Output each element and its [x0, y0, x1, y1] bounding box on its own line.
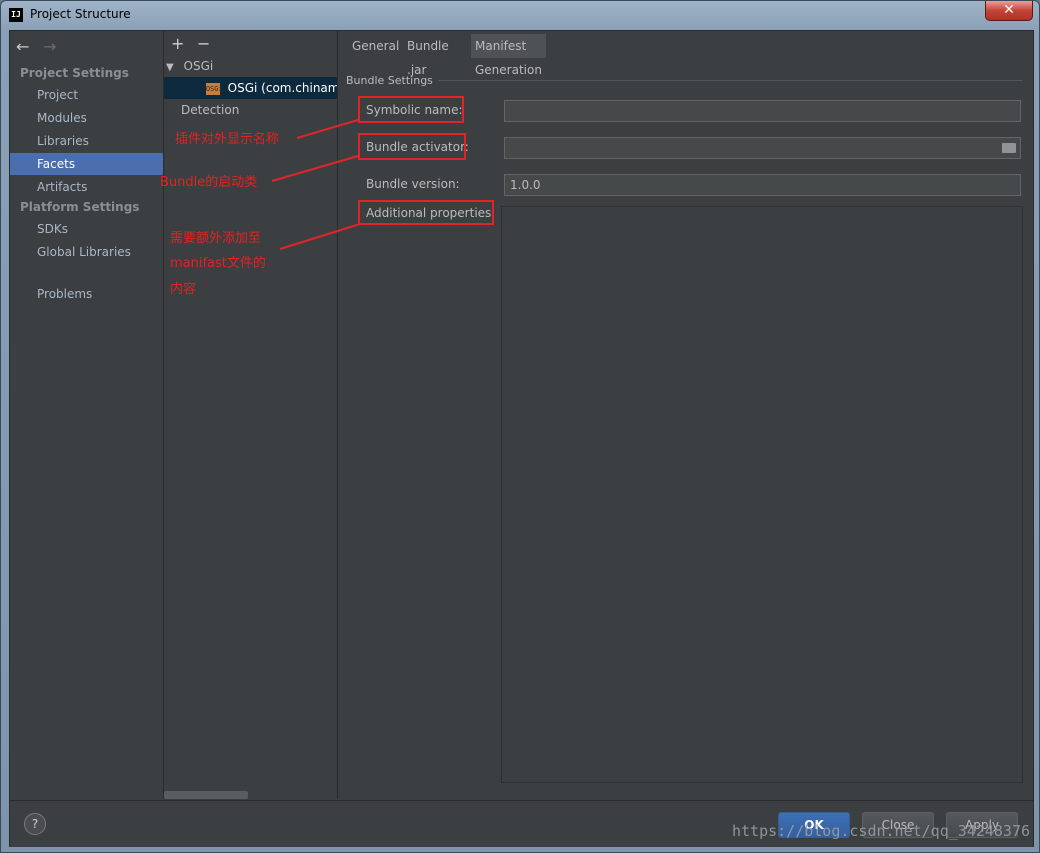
intellij-app-icon: IJ	[9, 8, 23, 22]
sidebar-item-artifacts[interactable]: Artifacts	[10, 176, 163, 198]
bundle-version-input[interactable]: 1.0.0	[504, 174, 1021, 196]
tree-node-osgi-facet[interactable]: OSGi OSGi (com.chinamol	[164, 77, 337, 99]
expand-arrow-icon[interactable]: ▼	[166, 62, 174, 73]
symbolic-name-input[interactable]	[504, 100, 1021, 122]
sidebar-item-global-libraries[interactable]: Global Libraries	[10, 241, 163, 263]
tree-node-label: OSGi (com.chinamol	[227, 81, 338, 95]
sidebar-item-project[interactable]: Project	[10, 84, 163, 106]
tab-bundle-jar[interactable]: Bundle .jar	[403, 34, 453, 77]
settings-sidebar: ← → Project Settings Project Modules Lib…	[10, 31, 164, 799]
annotation-box-additional-properties	[358, 200, 494, 225]
sidebar-item-libraries[interactable]: Libraries	[10, 130, 163, 152]
tree-node-label: OSGi	[183, 59, 214, 73]
tab-manifest-generation[interactable]: Manifest Generation	[471, 34, 546, 77]
sidebar-item-facets[interactable]: Facets	[10, 153, 163, 175]
csdn-watermark: https://blog.csdn.net/qq_34248376	[731, 822, 1030, 840]
tree-horizontal-scrollbar[interactable]	[164, 791, 248, 799]
platform-settings-header: Platform Settings	[20, 200, 140, 214]
back-arrow-icon[interactable]: ←	[16, 37, 29, 56]
osgi-facet-icon: OSGi	[205, 82, 223, 95]
bundle-settings-title: Bundle Settings	[346, 74, 433, 87]
bundle-version-label: Bundle version:	[366, 177, 460, 191]
window-title: Project Structure	[30, 7, 131, 21]
add-icon[interactable]: +	[171, 34, 184, 53]
tree-node-detection[interactable]: Detection	[181, 99, 239, 121]
group-divider	[438, 80, 1023, 81]
annotation-symbolic-name: 插件对外显示名称	[175, 132, 280, 147]
tab-general[interactable]: General	[348, 34, 403, 58]
tree-node-osgi[interactable]: ▼ OSGi	[166, 55, 213, 77]
annotation-additional-line1: 需要额外添加至	[170, 231, 262, 246]
sidebar-item-problems[interactable]: Problems	[10, 283, 163, 305]
annotation-box-symbolic-name	[358, 96, 464, 123]
project-structure-window: IJ Project Structure ✕ ← → Project Setti…	[0, 0, 1040, 853]
project-settings-header: Project Settings	[20, 66, 129, 80]
sidebar-item-sdks[interactable]: SDKs	[10, 218, 163, 240]
title-bar: IJ Project Structure ✕	[1, 1, 1039, 29]
remove-icon[interactable]: −	[197, 34, 210, 53]
window-close-button[interactable]: ✕	[985, 1, 1033, 21]
bundle-activator-input[interactable]	[504, 137, 1021, 159]
annotation-bundle-activator: Bundle的启动类	[160, 175, 258, 190]
annotation-additional-line3: 内容	[170, 282, 197, 297]
dialog-client-area: ← → Project Settings Project Modules Lib…	[9, 30, 1034, 847]
sidebar-item-modules[interactable]: Modules	[10, 107, 163, 129]
folder-browse-icon[interactable]	[1002, 143, 1016, 153]
annotation-additional-line2: manifast文件的	[170, 256, 266, 271]
help-button[interactable]: ?	[24, 813, 46, 835]
annotation-box-bundle-activator	[358, 133, 466, 160]
forward-arrow-icon[interactable]: →	[43, 37, 56, 56]
additional-properties-textarea[interactable]	[501, 206, 1023, 783]
